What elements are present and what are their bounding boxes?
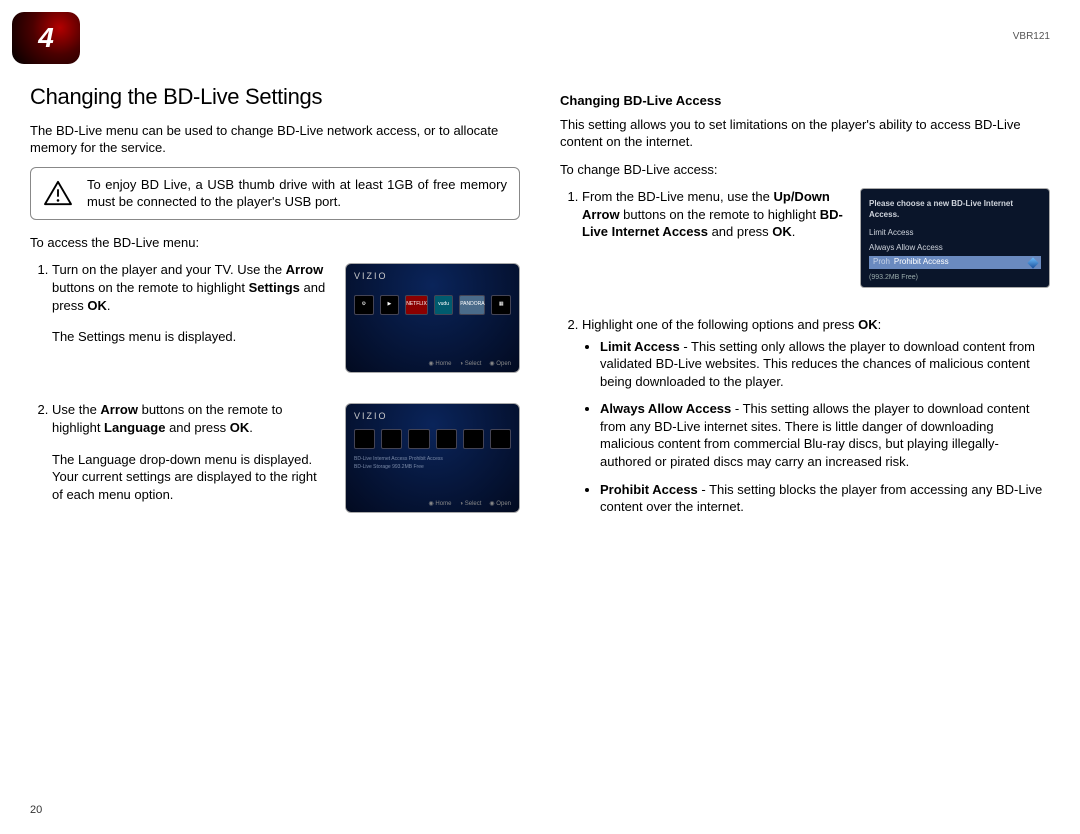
text: .: [107, 298, 111, 313]
subheading: Changing BD-Live Access: [560, 92, 1050, 110]
text: and press: [708, 224, 772, 239]
model-code: VBR121: [1013, 30, 1050, 44]
kw-settings: Settings: [249, 280, 300, 295]
tv-footer-item: ◉ Home: [429, 360, 452, 368]
column-right: Changing BD-Live Access This setting all…: [560, 82, 1050, 541]
option-label: Prohibit Access: [600, 482, 698, 497]
page-number: 20: [30, 803, 42, 818]
tv-icon: ⚙: [354, 295, 374, 315]
tv-icon: ▶: [380, 295, 400, 315]
tv-footer-item: ◉ Open: [489, 500, 511, 508]
text: buttons on the remote to highlight: [620, 207, 820, 222]
popup-selected-label: Prohibit Access: [894, 257, 1029, 268]
text: and press: [165, 420, 229, 435]
option-always: Always Allow Access - This setting allow…: [600, 400, 1050, 470]
popup-opt-always: Always Allow Access: [869, 242, 1041, 255]
access-lead-in: To access the BD-Live menu:: [30, 234, 520, 252]
text: .: [249, 420, 253, 435]
tv-logo: VIZIO: [354, 270, 511, 282]
option-label: Always Allow Access: [600, 401, 731, 416]
kw-ok: OK: [230, 420, 250, 435]
text: Highlight one of the following options a…: [582, 317, 858, 332]
steps-list-right: Please choose a new BD-Live Internet Acc…: [560, 188, 1050, 515]
warning-text: To enjoy BD Live, a USB thumb drive with…: [87, 176, 507, 211]
tv-icon: [436, 429, 457, 449]
text: buttons on the remote to highlight: [52, 280, 249, 295]
tv-icon: [354, 429, 375, 449]
text: .: [792, 224, 796, 239]
popup-title: Please choose a new BD-Live Internet Acc…: [869, 199, 1041, 221]
kw-ok: OK: [772, 224, 792, 239]
kw-arrow: Arrow: [286, 262, 324, 277]
intro-paragraph: The BD-Live menu can be used to change B…: [30, 122, 520, 157]
popup-free: (993.2MB Free): [869, 273, 1041, 282]
popup-prefix: Proh: [873, 257, 890, 268]
lead-in: To change BD-Live access:: [560, 161, 1050, 179]
intro-paragraph: This setting allows you to set limitatio…: [560, 116, 1050, 151]
tv-icon: [381, 429, 402, 449]
text: Turn on the player and your TV. Use the: [52, 262, 286, 277]
tv-icons-row: ⚙ ▶ NETFLIX vudu PANDORA ▦: [354, 295, 511, 315]
tv-line: BD-Live Storage 993.2MB Free: [354, 463, 511, 471]
chapter-number: 4: [38, 19, 54, 57]
tv-line: BD-Live Internet Access Prohibit Access: [354, 455, 511, 463]
warning-icon: [43, 180, 73, 206]
popup-opt-prohibit: Proh Prohibit Access: [869, 256, 1041, 269]
tv-footer-item: ◉ Home: [429, 500, 452, 508]
step-2: Highlight one of the following options a…: [582, 316, 1050, 515]
tv-logo: VIZIO: [354, 410, 511, 422]
option-prohibit: Prohibit Access - This setting blocks th…: [600, 481, 1050, 516]
kw-ok: OK: [87, 298, 107, 313]
steps-list: VIZIO ⚙ ▶ NETFLIX vudu PANDORA ▦ ◉ Home …: [30, 261, 520, 527]
tv-panel-language: VIZIO BD-Live Internet Access Prohibit A…: [345, 403, 520, 513]
text: Use the: [52, 402, 100, 417]
text: From the BD-Live menu, use the: [582, 189, 773, 204]
diamond-icon: [1027, 257, 1038, 268]
tv-icon-vudu: vudu: [434, 295, 454, 315]
section-title: Changing the BD-Live Settings: [30, 82, 520, 112]
tv-footer-item: ◑ Select: [459, 360, 481, 368]
step-2: VIZIO BD-Live Internet Access Prohibit A…: [52, 401, 520, 527]
step-1: VIZIO ⚙ ▶ NETFLIX vudu PANDORA ▦ ◉ Home …: [52, 261, 520, 387]
tv-footer: ◉ Home ◑ Select ◉ Open: [429, 500, 511, 508]
tv-footer-item: ◑ Select: [459, 500, 481, 508]
kw-arrow: Arrow: [100, 402, 138, 417]
tv-icon: [463, 429, 484, 449]
tv-icons-row: [354, 429, 511, 449]
step-1: Please choose a new BD-Live Internet Acc…: [582, 188, 1050, 302]
tv-icon: ▦: [491, 295, 511, 315]
text: :: [878, 317, 882, 332]
option-label: Limit Access: [600, 339, 680, 354]
kw-ok: OK: [858, 317, 878, 332]
kw-language: Language: [104, 420, 165, 435]
column-left: Changing the BD-Live Settings The BD-Liv…: [30, 82, 520, 541]
option-limit: Limit Access - This setting only allows …: [600, 338, 1050, 391]
tv-icon: [490, 429, 511, 449]
tv-footer: ◉ Home ◑ Select ◉ Open: [429, 360, 511, 368]
tv-panel-settings: VIZIO ⚙ ▶ NETFLIX vudu PANDORA ▦ ◉ Home …: [345, 263, 520, 373]
chapter-tab: 4: [12, 12, 80, 64]
tv-icon-netflix: NETFLIX: [405, 295, 428, 315]
tv-menu-lines: BD-Live Internet Access Prohibit Access …: [354, 455, 511, 471]
options-list: Limit Access - This setting only allows …: [582, 338, 1050, 516]
popup-panel: Please choose a new BD-Live Internet Acc…: [860, 188, 1050, 288]
tv-footer-item: ◉ Open: [489, 360, 511, 368]
tv-icon-pandora: PANDORA: [459, 295, 485, 315]
warning-box: To enjoy BD Live, a USB thumb drive with…: [30, 167, 520, 220]
popup-opt-limit: Limit Access: [869, 227, 1041, 240]
tv-icon: [408, 429, 429, 449]
